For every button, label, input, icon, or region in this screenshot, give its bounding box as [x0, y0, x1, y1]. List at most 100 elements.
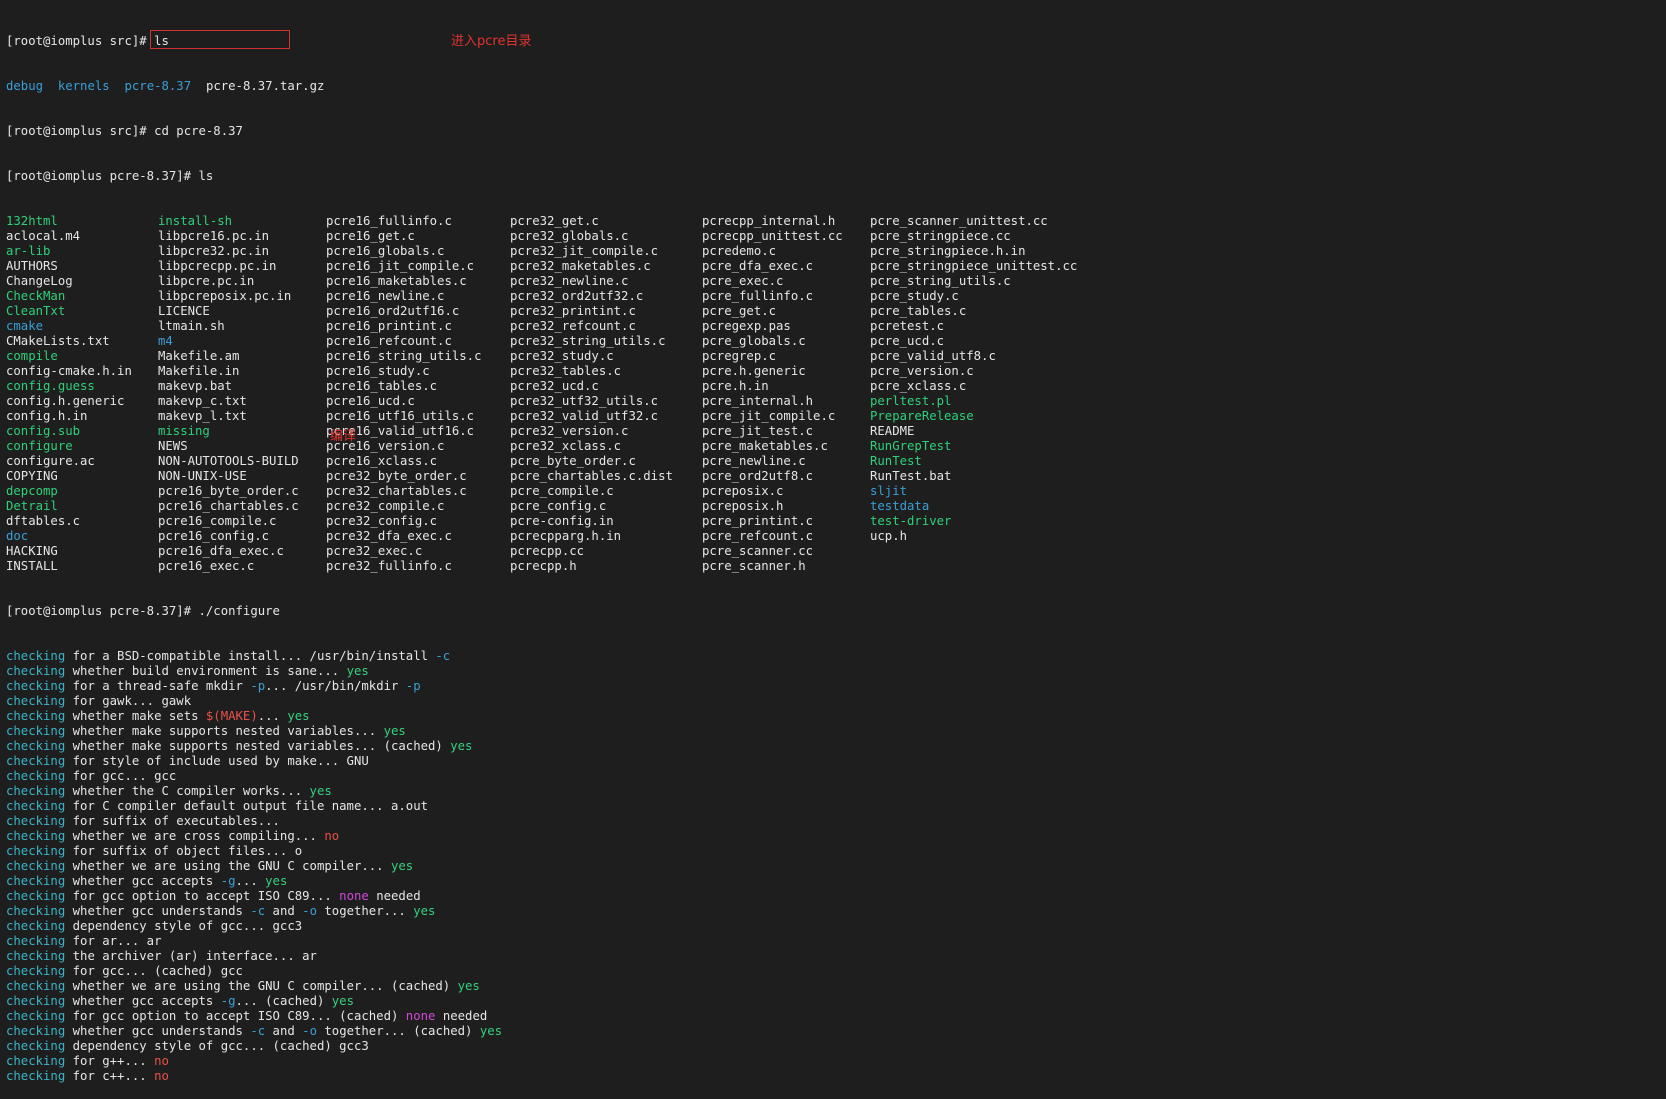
file-entry: pcrecpp.cc — [510, 544, 585, 558]
output-text: ... — [257, 709, 288, 723]
file-entry: pcre_ucd.c — [870, 334, 945, 348]
listing-row: 132html install-sh pcre16_fullinfo.c pcre32… — [6, 214, 1666, 229]
file-entry: pcre16_printint.c — [326, 319, 452, 333]
file-entry: pcre32_ucd.c — [510, 379, 599, 393]
file-entry: pcre_chartables.c.dist — [510, 469, 673, 483]
output-text: and — [265, 1024, 303, 1038]
checking-label: checking — [6, 769, 66, 783]
file-entry: pcre32_valid_utf32.c — [510, 409, 659, 423]
output-text: whether build environment is sane... — [65, 664, 347, 678]
configure-check-line: checking whether make supports nested va… — [6, 724, 1666, 739]
configure-check-line: checking whether build environment is sa… — [6, 664, 1666, 679]
output-text: yes — [331, 994, 354, 1008]
checking-label: checking — [6, 709, 66, 723]
listing-row: compile Makefile.am pcre16_string_utils.c p… — [6, 349, 1666, 364]
output-text: yes — [413, 904, 436, 918]
file-entry: pcre16_ord2utf16.c — [326, 304, 460, 318]
file-entry: pcre_scanner_unittest.cc — [870, 214, 1048, 228]
file-entry: test-driver — [870, 514, 952, 528]
output-text: for g++... — [65, 1054, 155, 1068]
file-entry: install-sh — [158, 214, 233, 228]
file-entry: pcrecpp.h — [510, 559, 577, 573]
file-entry: CleanTxt — [6, 304, 66, 318]
output-text: yes — [309, 784, 332, 798]
output-text: -o — [302, 904, 317, 918]
checking-label: checking — [6, 679, 66, 693]
output-text: for gawk... gawk — [65, 694, 192, 708]
output-text: yes — [346, 664, 369, 678]
output-text: whether gcc understands — [65, 904, 251, 918]
output-text: -c — [435, 649, 451, 663]
file-entry: pcre16_globals.c — [326, 244, 445, 258]
shell-prompt: [root@iomplus src]# — [6, 124, 155, 138]
prompt-line-cd: [root@iomplus src]# cd pcre-8.37 — [6, 124, 1666, 139]
listing-row: config-cmake.h.in Makefile.in pcre16_study… — [6, 364, 1666, 379]
file-entry: pcre32_get.c — [510, 214, 599, 228]
file-entry: pcre32_printint.c — [510, 304, 636, 318]
file-entry: pcre_printint.c — [702, 514, 814, 528]
output-text: whether we are using the GNU C compiler.… — [65, 979, 458, 993]
output-text: -p — [250, 679, 266, 693]
src-directory-listing: debug kernels pcre-8.37 pcre-8.37.tar.gz — [6, 79, 1666, 94]
file-entry: pcre_stringpiece.cc — [870, 229, 1011, 243]
configure-check-line: checking whether we are cross compiling.… — [6, 829, 1666, 844]
file-entry: pcre_maketables.c — [702, 439, 828, 453]
output-text: the archiver (ar) interface... ar — [65, 949, 317, 963]
file-entry: ar-lib — [6, 244, 51, 258]
output-text: ... — [235, 874, 266, 888]
configure-check-line: checking whether make supports nested va… — [6, 739, 1666, 754]
file-entry: pcre_internal.h — [702, 394, 814, 408]
configure-check-line: checking the archiver (ar) interface... … — [6, 949, 1666, 964]
listing-row: ChangeLog libpcre.pc.in pcre16_maketables.… — [6, 274, 1666, 289]
file-entry: perltest.pl — [870, 394, 952, 408]
listing-row: doc pcre16_config.c pcre32_dfa_exec.c pcrec… — [6, 529, 1666, 544]
command-text: ls — [154, 34, 169, 48]
checking-label: checking — [6, 979, 66, 993]
checking-label: checking — [6, 829, 66, 843]
listing-row: ar-lib libpcre32.pc.in pcre16_globals.c pcr… — [6, 244, 1666, 259]
file-entry: dftables.c — [6, 514, 81, 528]
listing-row: config.sub missing pcre16_valid_utf16.c pcr… — [6, 424, 1666, 439]
file-entry: pcre_valid_utf8.c — [870, 349, 996, 363]
file-entry: pcregexp.pas — [702, 319, 791, 333]
configure-check-line: checking for C compiler default output f… — [6, 799, 1666, 814]
checking-label: checking — [6, 904, 66, 918]
checking-label: checking — [6, 814, 66, 828]
output-text: whether make supports nested variables..… — [65, 739, 451, 753]
file-entry: pcre32_compile.c — [326, 499, 445, 513]
file-entry: libpcre16.pc.in — [158, 229, 270, 243]
checking-label: checking — [6, 964, 66, 978]
file-entry: INSTALL — [6, 559, 58, 573]
output-text: for gcc option to accept ISO C89... — [65, 889, 340, 903]
output-text: no — [324, 829, 340, 843]
output-text: whether make sets — [65, 709, 206, 723]
file-entry: config.h.generic — [6, 394, 125, 408]
output-text: for C compiler default output file name.… — [65, 799, 428, 813]
file-entry: pcre16_byte_order.c — [158, 484, 299, 498]
file-entry: Detrail — [6, 499, 58, 513]
annotation-enter-dir: 进入pcre目录 — [451, 34, 532, 49]
file-entry: AUTHORS — [6, 259, 58, 273]
checking-label: checking — [6, 949, 66, 963]
file-entry: kernels — [57, 79, 110, 93]
output-text: for suffix of executables... — [65, 814, 288, 828]
file-entry: testdata — [870, 499, 930, 513]
file-entry: pcre-config.in — [510, 514, 614, 528]
listing-row: COPYING NON-UNIX-USE pcre32_byte_order.c pc… — [6, 469, 1666, 484]
output-text: -g — [220, 994, 236, 1008]
file-entry: pcre_xclass.c — [870, 379, 967, 393]
output-text: -p — [405, 679, 421, 693]
configure-check-line: checking whether make sets $(MAKE)... ye… — [6, 709, 1666, 724]
output-text: ... /usr/bin/mkdir — [265, 679, 406, 693]
terminal-window[interactable]: [root@iomplus src]# ls debug kernels pcr… — [0, 0, 1666, 1083]
output-text: whether the C compiler works... — [65, 784, 310, 798]
file-entry: CMakeLists.txt — [6, 334, 110, 348]
file-entry: pcreposix.c — [702, 484, 784, 498]
file-entry: pcre32_fullinfo.c — [326, 559, 452, 573]
file-entry: cmake — [6, 319, 44, 333]
checking-label: checking — [6, 874, 66, 888]
configure-output: checking for a BSD-compatible install...… — [6, 649, 1666, 1084]
file-entry: pcre16_newline.c — [326, 289, 445, 303]
file-entry: pcre_fullinfo.c — [702, 289, 814, 303]
output-text: yes — [457, 979, 480, 993]
